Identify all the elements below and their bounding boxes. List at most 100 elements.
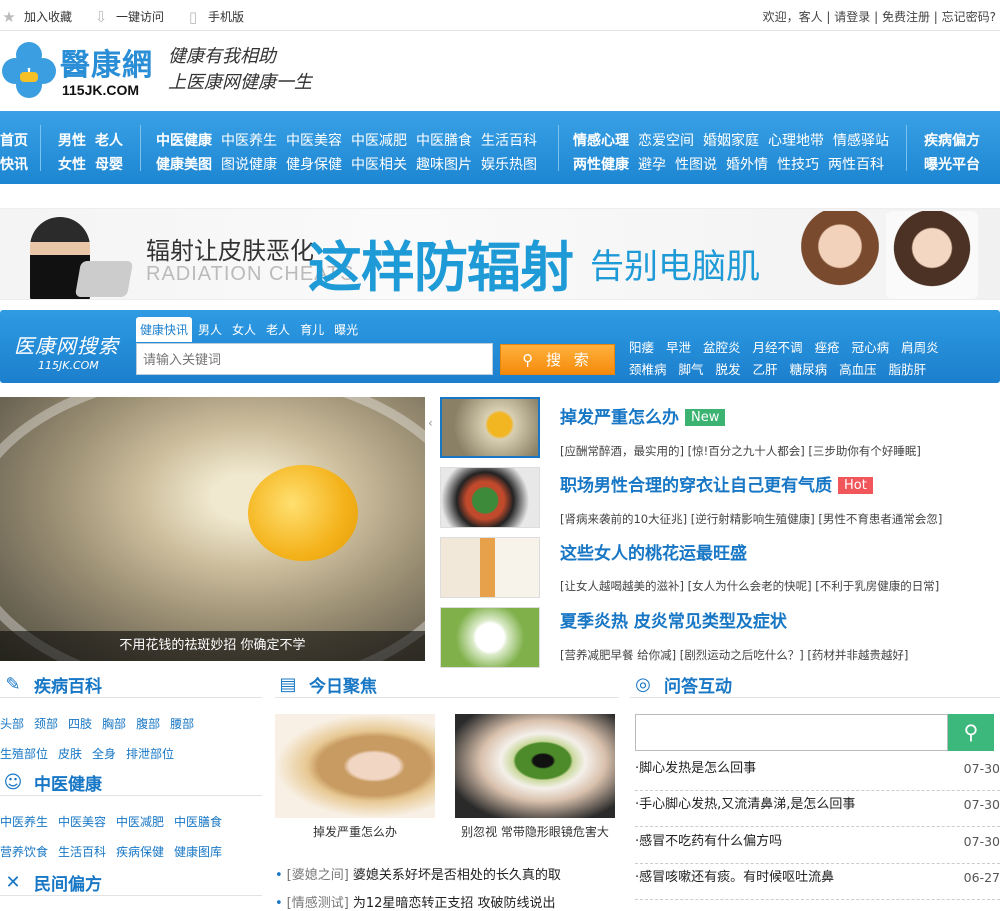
disease-link-2[interactable]: 全身 bbox=[92, 747, 116, 761]
nav-item-tcm-5[interactable]: 生活百科 bbox=[481, 133, 537, 149]
nav-item-pics-2[interactable]: 健身保健 bbox=[286, 157, 342, 173]
prev-arrow-icon[interactable]: ‹ bbox=[428, 416, 433, 430]
thumbnail-2[interactable] bbox=[440, 467, 540, 528]
contact-lens-image[interactable] bbox=[455, 714, 615, 818]
search-button[interactable]: ⚲ 搜 索 bbox=[500, 344, 615, 375]
nav-item-expose-0[interactable]: 曝光平台 bbox=[924, 157, 980, 173]
article-sub-3[interactable]: [让女人越喝越美的滋补] [女人为什么会老的快呢] [不利于乳房健康的日常] bbox=[560, 578, 939, 594]
hot-keyword-6[interactable]: 肩周炎 bbox=[901, 337, 939, 359]
login-link[interactable]: 请登录 bbox=[834, 10, 870, 24]
nav-item-home-0[interactable]: 首页 bbox=[0, 133, 28, 149]
disease-link-3[interactable]: 排泄部位 bbox=[126, 747, 174, 761]
article-title-2[interactable]: 职场男性合理的穿衣让自己更有气质 Hot bbox=[560, 471, 873, 496]
tcm-link-1[interactable]: 生活百科 bbox=[58, 845, 106, 859]
disease-link-3[interactable]: 胸部 bbox=[102, 717, 126, 731]
nav-item-sex-0[interactable]: 两性健康 bbox=[573, 157, 629, 173]
nav-item-news-0[interactable]: 快讯 bbox=[0, 157, 28, 173]
disease-link-1[interactable]: 皮肤 bbox=[58, 747, 82, 761]
tcm-link-2[interactable]: 中医减肥 bbox=[116, 815, 164, 829]
nav-item-sex-5[interactable]: 两性百科 bbox=[828, 157, 884, 173]
today-list-item-2[interactable]: • [情感测试] 为12星暗恋转正支招 攻破防线说出 bbox=[275, 892, 556, 911]
tcm-link-3[interactable]: 中医膳食 bbox=[174, 815, 222, 829]
article-title-1[interactable]: 掉发严重怎么办 New bbox=[560, 403, 726, 428]
thumbnail-1[interactable] bbox=[440, 397, 540, 458]
hot-keyword-5[interactable]: 冠心病 bbox=[852, 337, 890, 359]
disease-link-5[interactable]: 腰部 bbox=[170, 717, 194, 731]
nav-item-men-0[interactable]: 男性 bbox=[58, 133, 86, 149]
nav-item-emotion-1[interactable]: 恋爱空间 bbox=[638, 133, 694, 149]
mobile-version-link[interactable]: ▯ 手机版 bbox=[184, 8, 244, 25]
qa-search-input[interactable] bbox=[635, 714, 948, 751]
disease-link-2[interactable]: 四肢 bbox=[68, 717, 92, 731]
nav-item-tcm-1[interactable]: 中医养生 bbox=[221, 133, 277, 149]
nav-item-sex-1[interactable]: 避孕 bbox=[638, 157, 666, 173]
hot-keyword-4[interactable]: 痤疮 bbox=[815, 337, 840, 359]
tcm-link-2[interactable]: 疾病保健 bbox=[116, 845, 164, 859]
qa-item[interactable]: ·感冒不吃药有什么偏方吗 07-30 bbox=[635, 828, 1000, 864]
nav-item-sex-4[interactable]: 性技巧 bbox=[777, 157, 819, 173]
contact-lens-caption[interactable]: 别忽视 常带隐形眼镜危害大 bbox=[455, 823, 615, 840]
thumbnail-3[interactable] bbox=[440, 537, 540, 598]
qa-item[interactable]: ·脚心发热是怎么回事 07-30 bbox=[635, 755, 1000, 791]
article-title-3[interactable]: 这些女人的桃花运最旺盛 bbox=[560, 539, 747, 564]
nav-item-women-0[interactable]: 女性 bbox=[58, 157, 86, 173]
nav-item-remedy-0[interactable]: 疾病偏方 bbox=[924, 133, 980, 149]
nav-item-emotion-4[interactable]: 情感驿站 bbox=[833, 133, 889, 149]
hot-keyword-0[interactable]: 颈椎病 bbox=[629, 359, 667, 381]
search-tab-4[interactable]: 育儿 bbox=[296, 317, 328, 342]
article-title-4[interactable]: 夏季炎热 皮炎常见类型及症状 bbox=[560, 607, 787, 632]
nav-item-tcm-3[interactable]: 中医减肥 bbox=[351, 133, 407, 149]
hot-keyword-6[interactable]: 脂肪肝 bbox=[889, 359, 927, 381]
featured-image[interactable]: 不用花钱的祛斑妙招 你确定不学 bbox=[0, 397, 425, 661]
tcm-link-1[interactable]: 中医美容 bbox=[58, 815, 106, 829]
qa-item[interactable]: ·手心脚心发热,又流清鼻涕,是怎么回事 07-30 bbox=[635, 791, 1000, 827]
hot-keyword-1[interactable]: 早泄 bbox=[666, 337, 691, 359]
featured-caption[interactable]: 不用花钱的祛斑妙招 你确定不学 bbox=[0, 631, 425, 661]
nav-item-sex-2[interactable]: 性图说 bbox=[675, 157, 717, 173]
thumbnail-4[interactable] bbox=[440, 607, 540, 668]
disease-link-0[interactable]: 头部 bbox=[0, 717, 24, 731]
nav-item-emotion-2[interactable]: 婚姻家庭 bbox=[703, 133, 759, 149]
nav-item-women-1[interactable]: 母婴 bbox=[95, 157, 123, 173]
disease-link-0[interactable]: 生殖部位 bbox=[0, 747, 48, 761]
nav-item-pics-1[interactable]: 图说健康 bbox=[221, 157, 277, 173]
hot-keyword-3[interactable]: 乙肝 bbox=[753, 359, 778, 381]
hot-keyword-0[interactable]: 阳痿 bbox=[629, 337, 654, 359]
hot-keyword-5[interactable]: 高血压 bbox=[839, 359, 877, 381]
quick-visit-link[interactable]: ⇩ 一键访问 bbox=[92, 8, 164, 25]
search-tab-0[interactable]: 健康快讯 bbox=[136, 317, 193, 342]
disease-link-1[interactable]: 颈部 bbox=[34, 717, 58, 731]
hair-loss-caption[interactable]: 掉发严重怎么办 bbox=[275, 823, 435, 840]
forgot-password-link[interactable]: 忘记密码? bbox=[942, 10, 996, 24]
search-tab-1[interactable]: 男人 bbox=[194, 317, 226, 342]
article-sub-4[interactable]: [营养减肥早餐 给你减] [剧烈运动之后吃什么？] [药材并非越贵越好] bbox=[560, 647, 908, 663]
nav-item-emotion-0[interactable]: 情感心理 bbox=[573, 133, 629, 149]
nav-item-pics-0[interactable]: 健康美图 bbox=[156, 157, 212, 173]
hot-keyword-3[interactable]: 月经不调 bbox=[753, 337, 803, 359]
today-list-item-1[interactable]: • [婆媳之间] 婆媳关系好坏是否相处的长久真的取 bbox=[275, 864, 561, 883]
nav-item-tcm-4[interactable]: 中医膳食 bbox=[416, 133, 472, 149]
tcm-link-0[interactable]: 营养饮食 bbox=[0, 845, 48, 859]
nav-item-pics-5[interactable]: 娱乐热图 bbox=[481, 157, 537, 173]
hot-keyword-1[interactable]: 脚气 bbox=[679, 359, 704, 381]
hot-keyword-2[interactable]: 盆腔炎 bbox=[703, 337, 741, 359]
nav-item-tcm-2[interactable]: 中医美容 bbox=[286, 133, 342, 149]
register-link[interactable]: 免费注册 bbox=[882, 10, 930, 24]
hot-keyword-4[interactable]: 糖尿病 bbox=[790, 359, 828, 381]
search-input[interactable] bbox=[136, 343, 493, 375]
ad-banner[interactable]: 辐射让皮肤恶化 RADIATION CHEATS 这样防辐射 告别电脑肌 bbox=[0, 208, 1000, 300]
tcm-link-3[interactable]: 健康图库 bbox=[174, 845, 222, 859]
nav-item-pics-4[interactable]: 趣味图片 bbox=[416, 157, 472, 173]
tcm-link-0[interactable]: 中医养生 bbox=[0, 815, 48, 829]
search-tab-5[interactable]: 曝光 bbox=[330, 317, 362, 342]
qa-search-button[interactable]: ⚲ bbox=[948, 714, 994, 751]
search-tab-3[interactable]: 老人 bbox=[262, 317, 294, 342]
search-tab-2[interactable]: 女人 bbox=[228, 317, 260, 342]
nav-item-men-1[interactable]: 老人 bbox=[95, 133, 123, 149]
hot-keyword-2[interactable]: 脱发 bbox=[716, 359, 741, 381]
qa-item[interactable]: ·感冒咳嗽还有痰。有时候呕吐流鼻 06-27 bbox=[635, 864, 1000, 900]
disease-link-4[interactable]: 腹部 bbox=[136, 717, 160, 731]
article-sub-2[interactable]: [肾病来袭前的10大征兆] [逆行射精影响生殖健康] [男性不育患者通常会忽] bbox=[560, 511, 942, 527]
nav-item-pics-3[interactable]: 中医相关 bbox=[351, 157, 407, 173]
nav-item-sex-3[interactable]: 婚外情 bbox=[726, 157, 768, 173]
